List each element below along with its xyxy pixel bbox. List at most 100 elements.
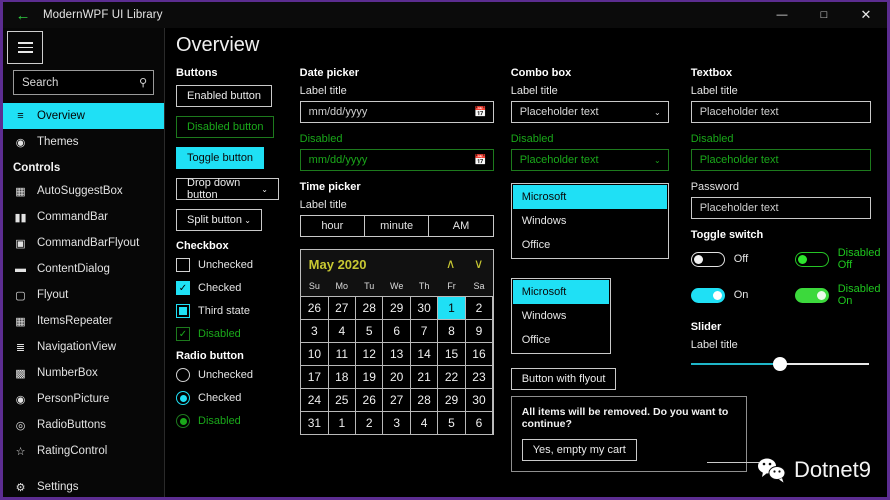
calendar-day-cell[interactable]: 22	[437, 365, 465, 389]
calendar-day-cell[interactable]: 2	[465, 296, 493, 320]
list-item[interactable]: Microsoft	[513, 185, 667, 209]
maximize-button[interactable]: □	[803, 2, 845, 28]
datepicker-label: Label title	[300, 85, 511, 97]
calendar-day-cell[interactable]: 20	[382, 365, 410, 389]
calendar-day-cell[interactable]: 11	[328, 342, 356, 366]
hamburger-icon[interactable]	[7, 31, 43, 64]
calendar-day-cell[interactable]: 30	[410, 296, 438, 320]
timepicker-hour[interactable]: hour	[301, 216, 365, 236]
sidebar-item-ratingcontrol[interactable]: ☆ RatingControl	[3, 438, 164, 464]
combobox-input[interactable]: Placeholder text ⌄	[511, 101, 669, 123]
calendar-day-cell[interactable]: 21	[410, 365, 438, 389]
calendar-day-cell[interactable]: 16	[465, 342, 493, 366]
calendar-day-cell[interactable]: 28	[355, 296, 383, 320]
chevron-down-icon[interactable]: ∨	[465, 256, 493, 272]
calendar-day-cell[interactable]: 7	[410, 319, 438, 343]
calendar-day-cell[interactable]: 26	[300, 296, 328, 320]
flyout-icon: ▢	[13, 289, 28, 302]
list-item[interactable]: Microsoft	[513, 280, 609, 304]
calendar-day-cell[interactable]: 9	[465, 319, 493, 343]
calendar-day-cell[interactable]: 10	[300, 342, 328, 366]
slider-control[interactable]	[691, 357, 869, 371]
calendar-day-cell[interactable]: 8	[437, 319, 465, 343]
chevron-up-icon[interactable]: ∧	[437, 256, 465, 272]
calendar-day-cell[interactable]: 29	[437, 388, 465, 412]
checkbox-unchecked[interactable]: Unchecked	[176, 258, 300, 272]
listbox-secondary[interactable]: Microsoft Windows Office	[511, 278, 611, 354]
calendar-day-cell[interactable]: 13	[382, 342, 410, 366]
calendar-day-cell[interactable]: 26	[355, 388, 383, 412]
toggle-off[interactable]: Off	[691, 247, 795, 271]
radio-unchecked[interactable]: Unchecked	[176, 368, 300, 382]
calendar-day-cell[interactable]: 1	[437, 296, 465, 320]
sidebar-item-radiobuttons[interactable]: ◎ RadioButtons	[3, 412, 164, 438]
calendar-day-cell[interactable]: 5	[355, 319, 383, 343]
password-input[interactable]: Placeholder text	[691, 197, 871, 219]
split-button[interactable]: Split button ⌄	[176, 209, 262, 231]
calendar-day-cell[interactable]: 27	[382, 388, 410, 412]
back-button[interactable]: ←	[3, 2, 43, 28]
calendar-day-cell[interactable]: 18	[328, 365, 356, 389]
calendar-day-cell[interactable]: 19	[355, 365, 383, 389]
calendar-day-cell[interactable]: 3	[300, 319, 328, 343]
calendar-day-cell[interactable]: 28	[410, 388, 438, 412]
calendar-day-cell[interactable]: 4	[410, 411, 438, 435]
search-input[interactable]: Search ⚲	[13, 70, 154, 95]
calendar-day-cell[interactable]: 15	[437, 342, 465, 366]
calendar-day-cell[interactable]: 31	[300, 411, 328, 435]
calendar-title[interactable]: May 2020	[309, 257, 437, 272]
itemsrepeater-icon: ▦	[13, 315, 28, 328]
sidebar-item-themes[interactable]: ◉ Themes	[3, 129, 164, 155]
calendar-day-cell[interactable]: 14	[410, 342, 438, 366]
toggle-button[interactable]: Toggle button	[176, 147, 264, 169]
calendar-day-cell[interactable]: 27	[328, 296, 356, 320]
calendar-day-cell[interactable]: 29	[382, 296, 410, 320]
sidebar-item-itemsrepeater[interactable]: ▦ ItemsRepeater	[3, 308, 164, 334]
toggle-knob	[817, 291, 826, 300]
radio-checked[interactable]: Checked	[176, 391, 300, 405]
calendar-day-cell[interactable]: 25	[328, 388, 356, 412]
sidebar-item-numberbox[interactable]: ▩ NumberBox	[3, 360, 164, 386]
calendar-day-cell[interactable]: 1	[328, 411, 356, 435]
sidebar-item-settings[interactable]: ⚙ Settings	[3, 474, 164, 500]
enabled-button[interactable]: Enabled button	[176, 85, 272, 107]
calendar-day-cell[interactable]: 17	[300, 365, 328, 389]
flyout-confirm-button[interactable]: Yes, empty my cart	[522, 439, 637, 461]
checkbox-checked[interactable]: ✓ Checked	[176, 281, 300, 295]
datepicker-input[interactable]: mm/dd/yyyy 📅	[300, 101, 494, 123]
calendar-day-cell[interactable]: 12	[355, 342, 383, 366]
sidebar-item-flyout[interactable]: ▢ Flyout	[3, 282, 164, 308]
sidebar-item-commandbarflyout[interactable]: ▣ CommandBarFlyout	[3, 230, 164, 256]
listbox-primary[interactable]: Microsoft Windows Office	[511, 183, 669, 259]
close-button[interactable]: ✕	[845, 2, 887, 28]
calendar-day-cell[interactable]: 6	[465, 411, 493, 435]
minimize-button[interactable]: ―	[761, 2, 803, 28]
checkbox-third-state[interactable]: Third state	[176, 304, 300, 318]
list-item[interactable]: Office	[513, 328, 609, 352]
sidebar-item-navigationview[interactable]: ≣ NavigationView	[3, 334, 164, 360]
list-item[interactable]: Office	[513, 233, 667, 257]
slider-thumb[interactable]	[773, 357, 787, 371]
textbox-input[interactable]: Placeholder text	[691, 101, 871, 123]
calendar-day-cell[interactable]: 4	[328, 319, 356, 343]
calendar-day-cell[interactable]: 2	[355, 411, 383, 435]
calendar-day-cell[interactable]: 23	[465, 365, 493, 389]
list-item[interactable]: Windows	[513, 209, 667, 233]
sidebar-item-overview[interactable]: ≡ Overview	[3, 103, 164, 129]
calendar-day-cell[interactable]: 6	[382, 319, 410, 343]
timepicker[interactable]: hour minute AM	[300, 215, 494, 237]
list-item[interactable]: Windows	[513, 304, 609, 328]
sidebar-item-commandbar[interactable]: ▮▮ CommandBar	[3, 204, 164, 230]
dropdown-button[interactable]: Drop down button ⌄	[176, 178, 279, 200]
calendar-day-cell[interactable]: 3	[382, 411, 410, 435]
calendar-day-cell[interactable]: 30	[465, 388, 493, 412]
toggle-on[interactable]: On	[691, 283, 795, 307]
flyout-button[interactable]: Button with flyout	[511, 368, 617, 390]
sidebar-item-personpicture[interactable]: ◉ PersonPicture	[3, 386, 164, 412]
timepicker-meridiem[interactable]: AM	[429, 216, 492, 236]
sidebar-item-contentdialog[interactable]: ▬ ContentDialog	[3, 256, 164, 282]
timepicker-minute[interactable]: minute	[365, 216, 429, 236]
sidebar-item-autosuggestbox[interactable]: ▦ AutoSuggestBox	[3, 178, 164, 204]
calendar-day-cell[interactable]: 24	[300, 388, 328, 412]
calendar-day-cell[interactable]: 5	[437, 411, 465, 435]
